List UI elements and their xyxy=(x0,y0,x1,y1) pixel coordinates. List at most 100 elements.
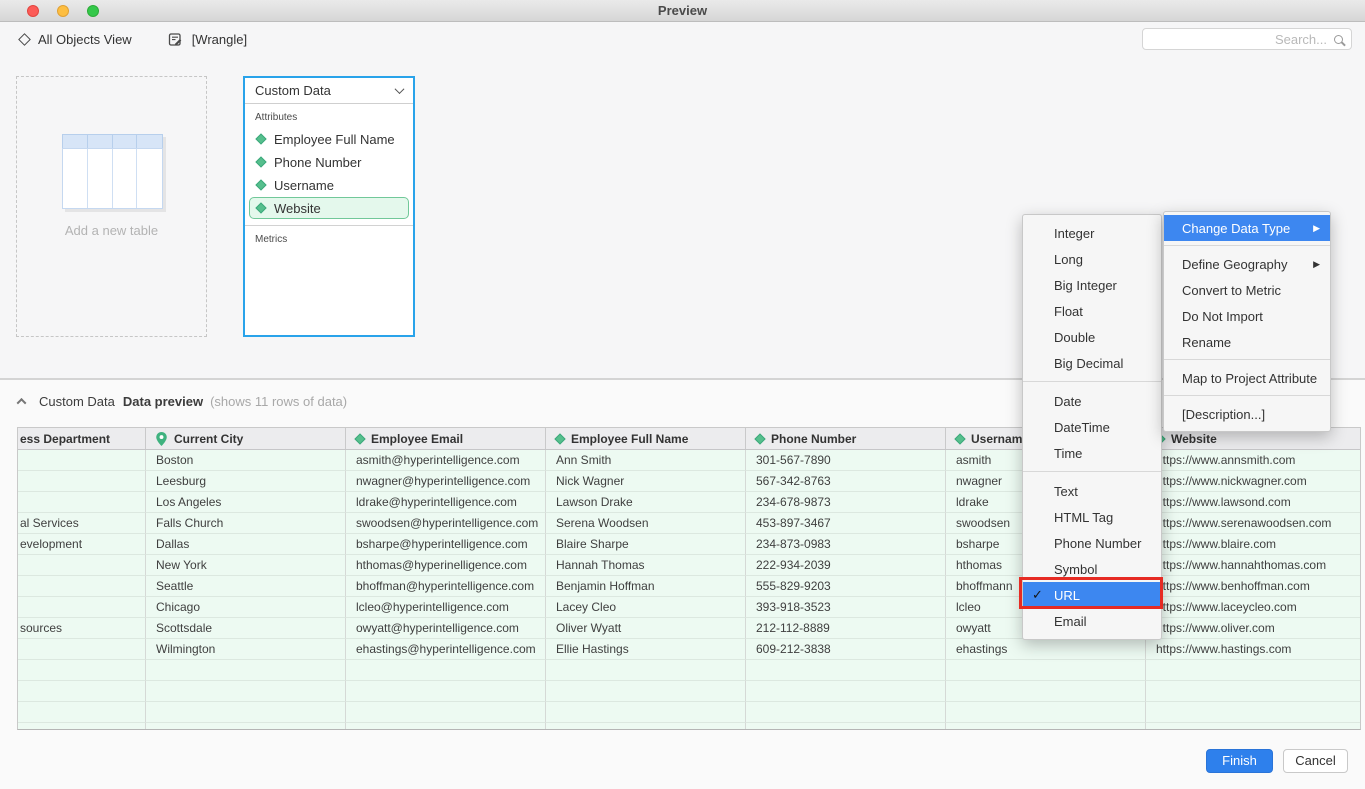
table-cell xyxy=(1146,723,1360,730)
menu-item-integer[interactable]: Integer xyxy=(1023,220,1161,246)
table-cell xyxy=(146,723,346,730)
metrics-section: Metrics xyxy=(245,225,413,250)
menu-item-label: Convert to Metric xyxy=(1182,283,1281,298)
search-box[interactable] xyxy=(1142,28,1352,50)
menu-item-phone-number[interactable]: Phone Number xyxy=(1023,530,1161,556)
add-new-table-dropzone[interactable]: Add a new table xyxy=(16,76,207,337)
table-cell: Benjamin Hoffman xyxy=(546,576,746,597)
menu-item-html-tag[interactable]: HTML Tag xyxy=(1023,504,1161,530)
menu-separator xyxy=(1164,359,1330,360)
menu-item-datetime[interactable]: DateTime xyxy=(1023,414,1161,440)
menu-item-description[interactable]: [Description...] xyxy=(1164,401,1330,427)
cancel-button[interactable]: Cancel xyxy=(1283,749,1348,773)
table-cell xyxy=(18,471,146,492)
menu-item-rename[interactable]: Rename xyxy=(1164,329,1330,355)
table-cell xyxy=(1146,660,1360,681)
column-header-employee-full-name[interactable]: Employee Full Name xyxy=(546,428,746,449)
table-cell xyxy=(746,660,946,681)
table-cell xyxy=(18,555,146,576)
attribute-diamond-icon xyxy=(754,433,765,444)
table-row-empty xyxy=(18,702,1360,723)
search-input[interactable] xyxy=(1151,32,1327,47)
table-cell xyxy=(946,681,1146,702)
menu-item-label: Define Geography xyxy=(1182,257,1288,272)
table-cell xyxy=(346,702,546,723)
menu-item-label: HTML Tag xyxy=(1054,510,1113,525)
column-header-employee-email[interactable]: Employee Email xyxy=(346,428,546,449)
attribute-diamond-icon xyxy=(554,433,565,444)
menu-item-double[interactable]: Double xyxy=(1023,324,1161,350)
table-cell: Dallas xyxy=(146,534,346,555)
wrangle-label: [Wrangle] xyxy=(192,32,247,47)
menu-item-big-decimal[interactable]: Big Decimal xyxy=(1023,350,1161,376)
attribute-item-employee-full-name[interactable]: Employee Full Name xyxy=(249,128,409,150)
table-cell: Serena Woodsen xyxy=(546,513,746,534)
menu-separator xyxy=(1023,381,1161,382)
menu-item-label: Change Data Type xyxy=(1182,221,1290,236)
menu-item-big-integer[interactable]: Big Integer xyxy=(1023,272,1161,298)
table-cell: https://www.benhoffman.com xyxy=(1146,576,1360,597)
table-cell: 222-934-2039 xyxy=(746,555,946,576)
menu-item-map-to-project-attribute[interactable]: Map to Project Attribute xyxy=(1164,365,1330,391)
table-cell: https://www.annsmith.com xyxy=(1146,450,1360,471)
attribute-item-phone-number[interactable]: Phone Number xyxy=(249,151,409,173)
table-cell: al Services xyxy=(18,513,146,534)
menu-item-email[interactable]: Email xyxy=(1023,608,1161,634)
chevron-down-icon xyxy=(395,84,405,94)
new-table-icon xyxy=(62,134,163,209)
table-cell xyxy=(546,702,746,723)
custom-data-table-panel: Custom Data Attributes Employee Full Nam… xyxy=(243,76,415,337)
context-menu: Change Data Type ▶ Define Geography▶ Conver… xyxy=(1163,211,1331,432)
url-selection-annotation xyxy=(1019,577,1163,609)
menu-item-label: Float xyxy=(1054,304,1083,319)
menu-item-do-not-import[interactable]: Do Not Import xyxy=(1164,303,1330,329)
menu-item-label: DateTime xyxy=(1054,420,1110,435)
attribute-diamond-icon xyxy=(954,433,965,444)
menu-item-label: [Description...] xyxy=(1182,407,1265,422)
all-objects-view-button[interactable]: All Objects View xyxy=(20,32,132,47)
table-cell: https://www.oliver.com xyxy=(1146,618,1360,639)
table-cell xyxy=(546,681,746,702)
column-header-current-city[interactable]: Current City xyxy=(146,428,346,449)
table-cell: https://www.hannahthomas.com xyxy=(1146,555,1360,576)
preview-header: Custom Data Data preview (shows 11 rows … xyxy=(18,394,347,409)
attribute-item-username[interactable]: Username xyxy=(249,174,409,196)
table-cell xyxy=(946,702,1146,723)
table-cell: 234-678-9873 xyxy=(746,492,946,513)
menu-item-long[interactable]: Long xyxy=(1023,246,1161,272)
table-row-empty xyxy=(18,681,1360,702)
column-header-ess-department[interactable]: ess Department xyxy=(18,428,146,449)
collapse-preview-icon[interactable] xyxy=(17,398,27,408)
toolbar: All Objects View [Wrangle] xyxy=(0,22,1365,57)
menu-item-float[interactable]: Float xyxy=(1023,298,1161,324)
add-table-label: Add a new table xyxy=(17,223,206,238)
attribute-item-website[interactable]: Website xyxy=(249,197,409,219)
submenu-arrow-icon: ▶ xyxy=(1313,223,1320,234)
menu-separator xyxy=(1023,471,1161,472)
attribute-label: Phone Number xyxy=(274,155,361,170)
table-cell: ldrake@hyperintelligence.com xyxy=(346,492,546,513)
finish-button[interactable]: Finish xyxy=(1206,749,1273,773)
table-panel-title: Custom Data xyxy=(255,83,331,98)
menu-item-define-geography[interactable]: Define Geography▶ xyxy=(1164,251,1330,277)
preview-table-name: Custom Data xyxy=(39,394,115,409)
column-header-label: Employee Full Name xyxy=(571,432,688,446)
menu-item-text[interactable]: Text xyxy=(1023,478,1161,504)
menu-item-time[interactable]: Time xyxy=(1023,440,1161,466)
menu-item-date[interactable]: Date xyxy=(1023,388,1161,414)
menu-item-change-data-type[interactable]: Change Data Type ▶ xyxy=(1164,215,1330,241)
wrangle-button[interactable]: [Wrangle] xyxy=(168,32,247,47)
table-cell xyxy=(18,681,146,702)
table-cell xyxy=(746,702,946,723)
menu-item-convert-to-metric[interactable]: Convert to Metric xyxy=(1164,277,1330,303)
table-cell xyxy=(1146,681,1360,702)
table-cell: bsharpe@hyperintelligence.com xyxy=(346,534,546,555)
table-panel-header[interactable]: Custom Data xyxy=(245,78,413,104)
menu-item-label: Big Integer xyxy=(1054,278,1117,293)
table-cell: Ann Smith xyxy=(546,450,746,471)
menu-item-label: Rename xyxy=(1182,335,1231,350)
column-header-phone-number[interactable]: Phone Number xyxy=(746,428,946,449)
table-cell: New York xyxy=(146,555,346,576)
table-cell: Ellie Hastings xyxy=(546,639,746,660)
table-cell: https://www.lawsond.com xyxy=(1146,492,1360,513)
